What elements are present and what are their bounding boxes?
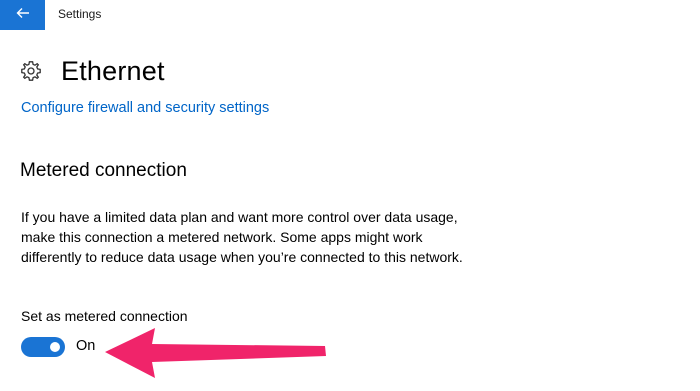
firewall-settings-link[interactable]: Configure firewall and security settings — [21, 100, 269, 116]
metered-toggle-state: On — [76, 338, 96, 354]
title-bar: Settings — [0, 0, 700, 30]
metered-description: If you have a limited data plan and want… — [21, 209, 463, 265]
metered-section-title: Metered connection — [20, 160, 187, 181]
toggle-knob — [50, 342, 60, 352]
gear-icon — [20, 60, 42, 82]
page-title: Ethernet — [61, 55, 165, 86]
back-arrow-icon — [16, 6, 30, 24]
annotation-arrow — [105, 328, 326, 378]
metered-toggle[interactable] — [21, 337, 65, 357]
app-title: Settings — [58, 7, 102, 21]
back-button[interactable] — [0, 0, 45, 30]
page-header: Ethernet — [20, 54, 165, 88]
